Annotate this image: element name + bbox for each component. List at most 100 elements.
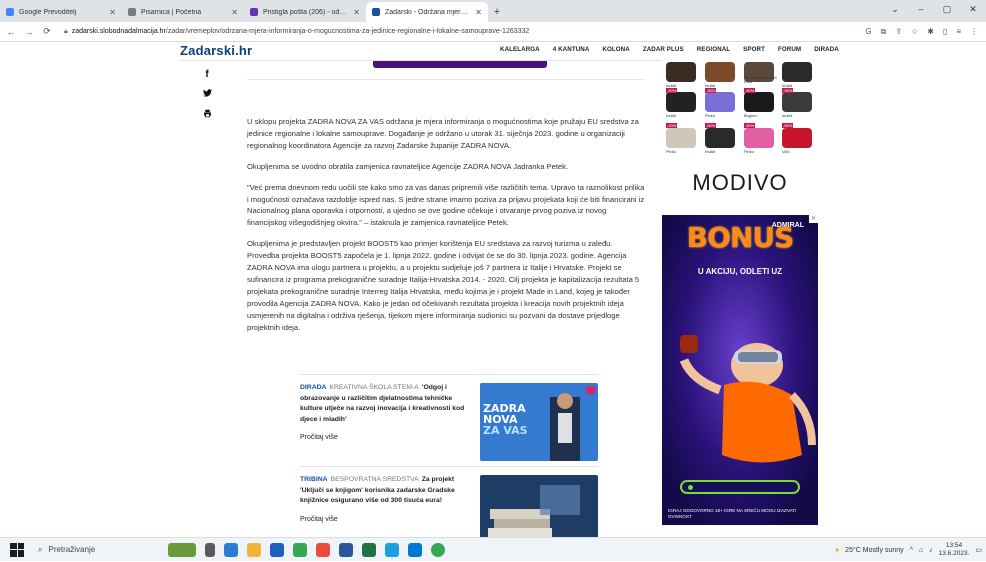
url-domain: zadarski.slobodnadalmacija.hr xyxy=(71,28,166,35)
tab-title: Pisarnica | Početna xyxy=(141,8,202,16)
windows-start-icon[interactable] xyxy=(10,542,24,557)
lock-icon[interactable]: 🔒︎ xyxy=(64,28,68,36)
address-bar-row: ← → ⟳ 🔒︎ zadarski.slobodnadalmacija.hr/z… xyxy=(0,22,986,42)
forward-icon[interactable]: → xyxy=(22,27,36,37)
minimize-button[interactable]: – xyxy=(908,4,934,14)
store-icon[interactable] xyxy=(270,542,284,557)
discount-badge: -50% xyxy=(744,123,756,128)
notification-icon[interactable]: ▭ xyxy=(975,546,982,554)
close-icon[interactable]: ✕ xyxy=(475,8,482,17)
chevron-up-icon[interactable]: ^ xyxy=(910,547,913,554)
edge-icon[interactable] xyxy=(224,542,238,557)
article-category[interactable]: DIRADA xyxy=(300,384,326,391)
google-icon[interactable]: G xyxy=(865,27,871,37)
nav-item[interactable]: FORUM xyxy=(778,46,801,53)
article-subcategory: KREATIVNA ŠKOLA STEM-A xyxy=(329,384,419,391)
nav-item[interactable]: KALELARGA xyxy=(500,46,540,53)
sidepanel-icon[interactable]: ▯ xyxy=(943,27,947,37)
weather-text[interactable]: 25°C Mostly sunny xyxy=(845,547,903,554)
admiral-ad[interactable]: ✕ ADMIRAL BONUS U AKCIJU, ODLETI UZ IGRA… xyxy=(662,215,818,525)
discount-badge: -30% xyxy=(782,88,794,93)
new-tab-button[interactable]: + xyxy=(488,2,506,22)
url-field[interactable]: 🔒︎ zadarski.slobodnadalmacija.hr/zadar/v… xyxy=(64,28,865,36)
twitter-icon[interactable] xyxy=(200,89,214,99)
window-close-button[interactable]: ✕ xyxy=(960,4,986,15)
article-thumbnail[interactable] xyxy=(480,475,598,537)
back-icon[interactable]: ← xyxy=(4,27,18,37)
nav-item[interactable]: REGIONAL xyxy=(697,46,730,53)
related-article-card[interactable]: DIRADA KREATIVNA ŠKOLA STEM-A 'Odgoj i obr… xyxy=(300,374,598,461)
word-icon[interactable] xyxy=(339,542,353,557)
tab-google-translate[interactable]: Google Prevoditelj ✕ xyxy=(0,2,122,22)
maximize-button[interactable]: ▢ xyxy=(934,4,960,15)
product-label: Pinko xyxy=(744,149,755,154)
related-article-text: DIRADA KREATIVNA ŠKOLA STEM-A 'Odgoj i obr… xyxy=(300,383,470,444)
article-thumbnail[interactable]: ZADRA NOVA ZA VAS xyxy=(480,383,598,461)
print-icon[interactable] xyxy=(200,109,214,121)
chrome-icon[interactable] xyxy=(293,542,307,557)
printer-icon xyxy=(203,109,211,118)
nav-item[interactable]: KOLONA xyxy=(602,46,629,53)
weather-icon[interactable]: ● xyxy=(835,547,839,554)
search-icon: ⌕ xyxy=(38,544,43,554)
article-body: U sklopu projekta ZADRA NOVA ZA VAS održ… xyxy=(247,116,647,343)
web-page: Zadarski.hr KALELARGA 4 KANTUNA KOLONA Z… xyxy=(0,43,986,537)
discount-badge: -50% xyxy=(744,88,756,93)
excel-icon[interactable] xyxy=(362,542,376,557)
tab-search-icon[interactable]: ⌄ xyxy=(882,4,908,15)
profile-icon[interactable]: ≡ xyxy=(956,27,961,37)
product-image xyxy=(782,128,812,148)
nav-item[interactable]: 4 KANTUNA xyxy=(553,46,590,53)
task-view-icon[interactable] xyxy=(205,542,215,557)
ad-progress-pill xyxy=(680,480,800,494)
outlook-icon[interactable] xyxy=(385,542,399,557)
network-icon[interactable]: ⌂ xyxy=(919,547,923,554)
read-more-link[interactable]: Pročitaj više xyxy=(300,433,470,444)
widget-icon[interactable] xyxy=(168,542,196,557)
nav-item[interactable]: SPORT xyxy=(743,46,765,53)
product-image xyxy=(705,62,735,82)
taskbar-search[interactable]: ⌕ Pretraživanje xyxy=(38,545,138,555)
firefox-icon[interactable] xyxy=(316,542,330,557)
file-explorer-icon[interactable] xyxy=(247,542,261,557)
ad-background xyxy=(662,215,818,525)
clock-time: 13:54 xyxy=(945,542,963,549)
close-icon[interactable]: ✕ xyxy=(231,8,238,17)
divider xyxy=(247,79,645,80)
tab-pisarnica[interactable]: Pisarnica | Početna ✕ xyxy=(122,2,244,22)
ad-disclaimer: IGRAJ ODGOVORNO 18+ IGRE NA SREĆU MOGU I… xyxy=(668,508,797,519)
modivo-logo: MODIVO xyxy=(692,170,788,195)
translate-icon[interactable]: ⧉ xyxy=(881,27,887,37)
close-icon[interactable]: ✕ xyxy=(353,8,360,17)
article-paragraph: U sklopu projekta ZADRA NOVA ZA VAS održ… xyxy=(247,117,639,150)
product-label: Inuikii xyxy=(705,149,716,154)
nav-item[interactable]: ZADAR PLUS xyxy=(643,46,684,53)
tab-mail[interactable]: Pristigla pošta (206) - udrugazo ✕ xyxy=(244,2,366,22)
article-subcategory: BESPOVRATNA SREDSTVA xyxy=(330,476,419,483)
tab-title: Pristigla pošta (206) - udrugazo xyxy=(263,8,348,16)
product-image xyxy=(782,92,812,112)
extensions-icon[interactable]: ✱ xyxy=(927,27,934,37)
menu-icon[interactable]: ⋮ xyxy=(970,27,978,37)
read-more-link[interactable]: Pročitaj više xyxy=(300,515,470,526)
share-icon[interactable]: ⇪ xyxy=(895,27,902,37)
reload-icon[interactable]: ⟳ xyxy=(40,26,54,37)
modivo-ad[interactable]: Inuikii Inuikii MICHAEL Michael Kors Inu… xyxy=(662,58,818,198)
related-article-card[interactable]: TRIBINA BESPOVRATNA SREDSTVA Za projekt 'U… xyxy=(300,466,598,537)
facebook-icon[interactable]: f xyxy=(200,69,214,80)
tab-zadarski[interactable]: Zadarski - Održana mjera inform ✕ xyxy=(366,2,488,22)
speaker-icon[interactable]: ♪ xyxy=(929,547,933,554)
article-category[interactable]: TRIBINA xyxy=(300,476,328,483)
star-icon[interactable]: ☆ xyxy=(911,27,918,37)
top-banner-ad[interactable] xyxy=(373,61,547,68)
taskbar-apps xyxy=(168,542,445,557)
site-logo[interactable]: Zadarski.hr xyxy=(180,43,252,58)
product-image xyxy=(705,128,735,148)
tab-favicon-icon xyxy=(6,8,14,16)
nav-item[interactable]: DIRADA xyxy=(814,46,839,53)
product-image xyxy=(744,92,774,112)
close-icon[interactable]: ✕ xyxy=(109,8,116,17)
clock[interactable]: 13:54 13.6.2023. xyxy=(939,542,970,558)
chrome-active-icon[interactable] xyxy=(431,542,445,557)
app-icon[interactable] xyxy=(408,542,422,557)
